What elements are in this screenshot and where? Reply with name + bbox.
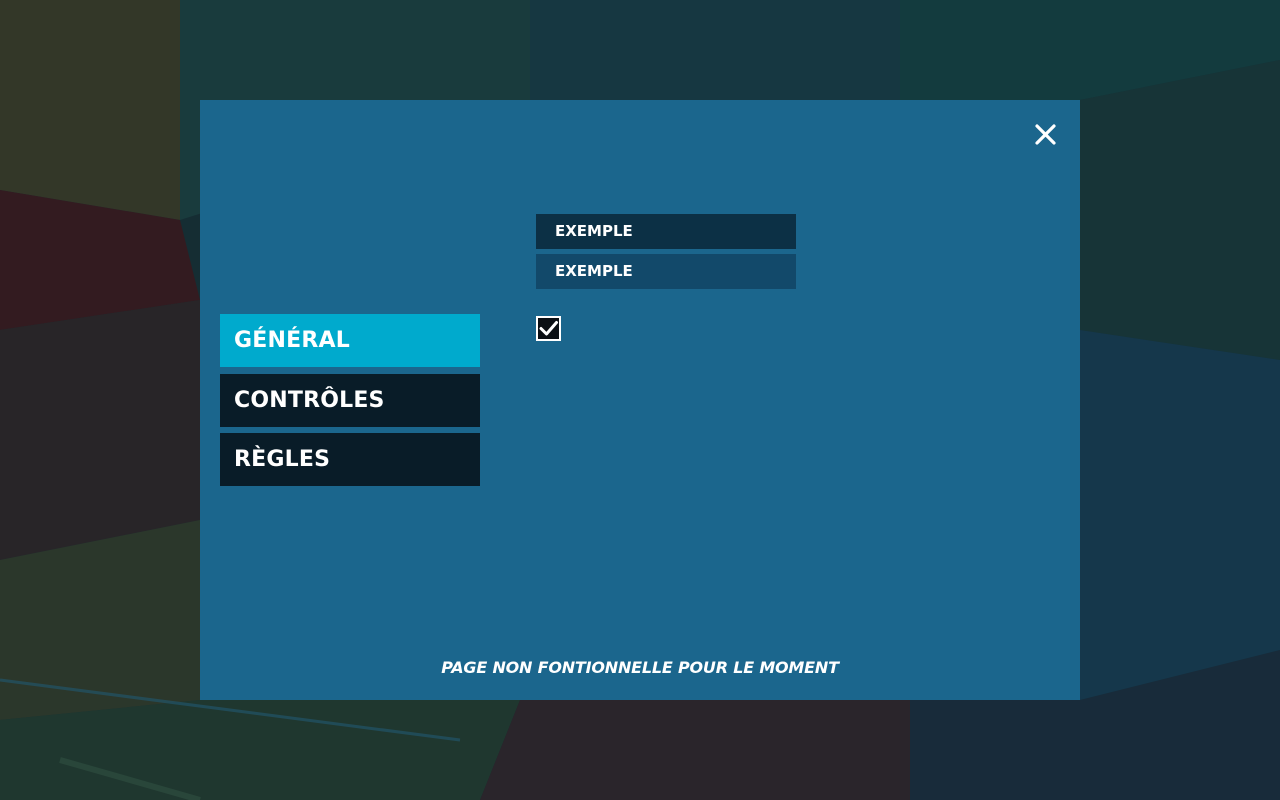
example-field-1[interactable]: Exemple (536, 214, 796, 249)
menu-item-regles[interactable]: Règles (220, 433, 480, 486)
menu-item-general[interactable]: Général (220, 314, 480, 367)
example-field-2[interactable]: Exemple (536, 254, 796, 289)
close-button[interactable] (1028, 118, 1064, 152)
checkmark-icon (536, 316, 561, 341)
menu-item-controles[interactable]: Contrôles (220, 374, 480, 427)
close-icon (1035, 124, 1056, 145)
option-checkbox[interactable] (536, 316, 561, 341)
settings-modal: Général Contrôles Règles Exemple Exemple… (200, 100, 1080, 700)
footer-note: Page non fontionnelle pour le moment (441, 658, 839, 677)
